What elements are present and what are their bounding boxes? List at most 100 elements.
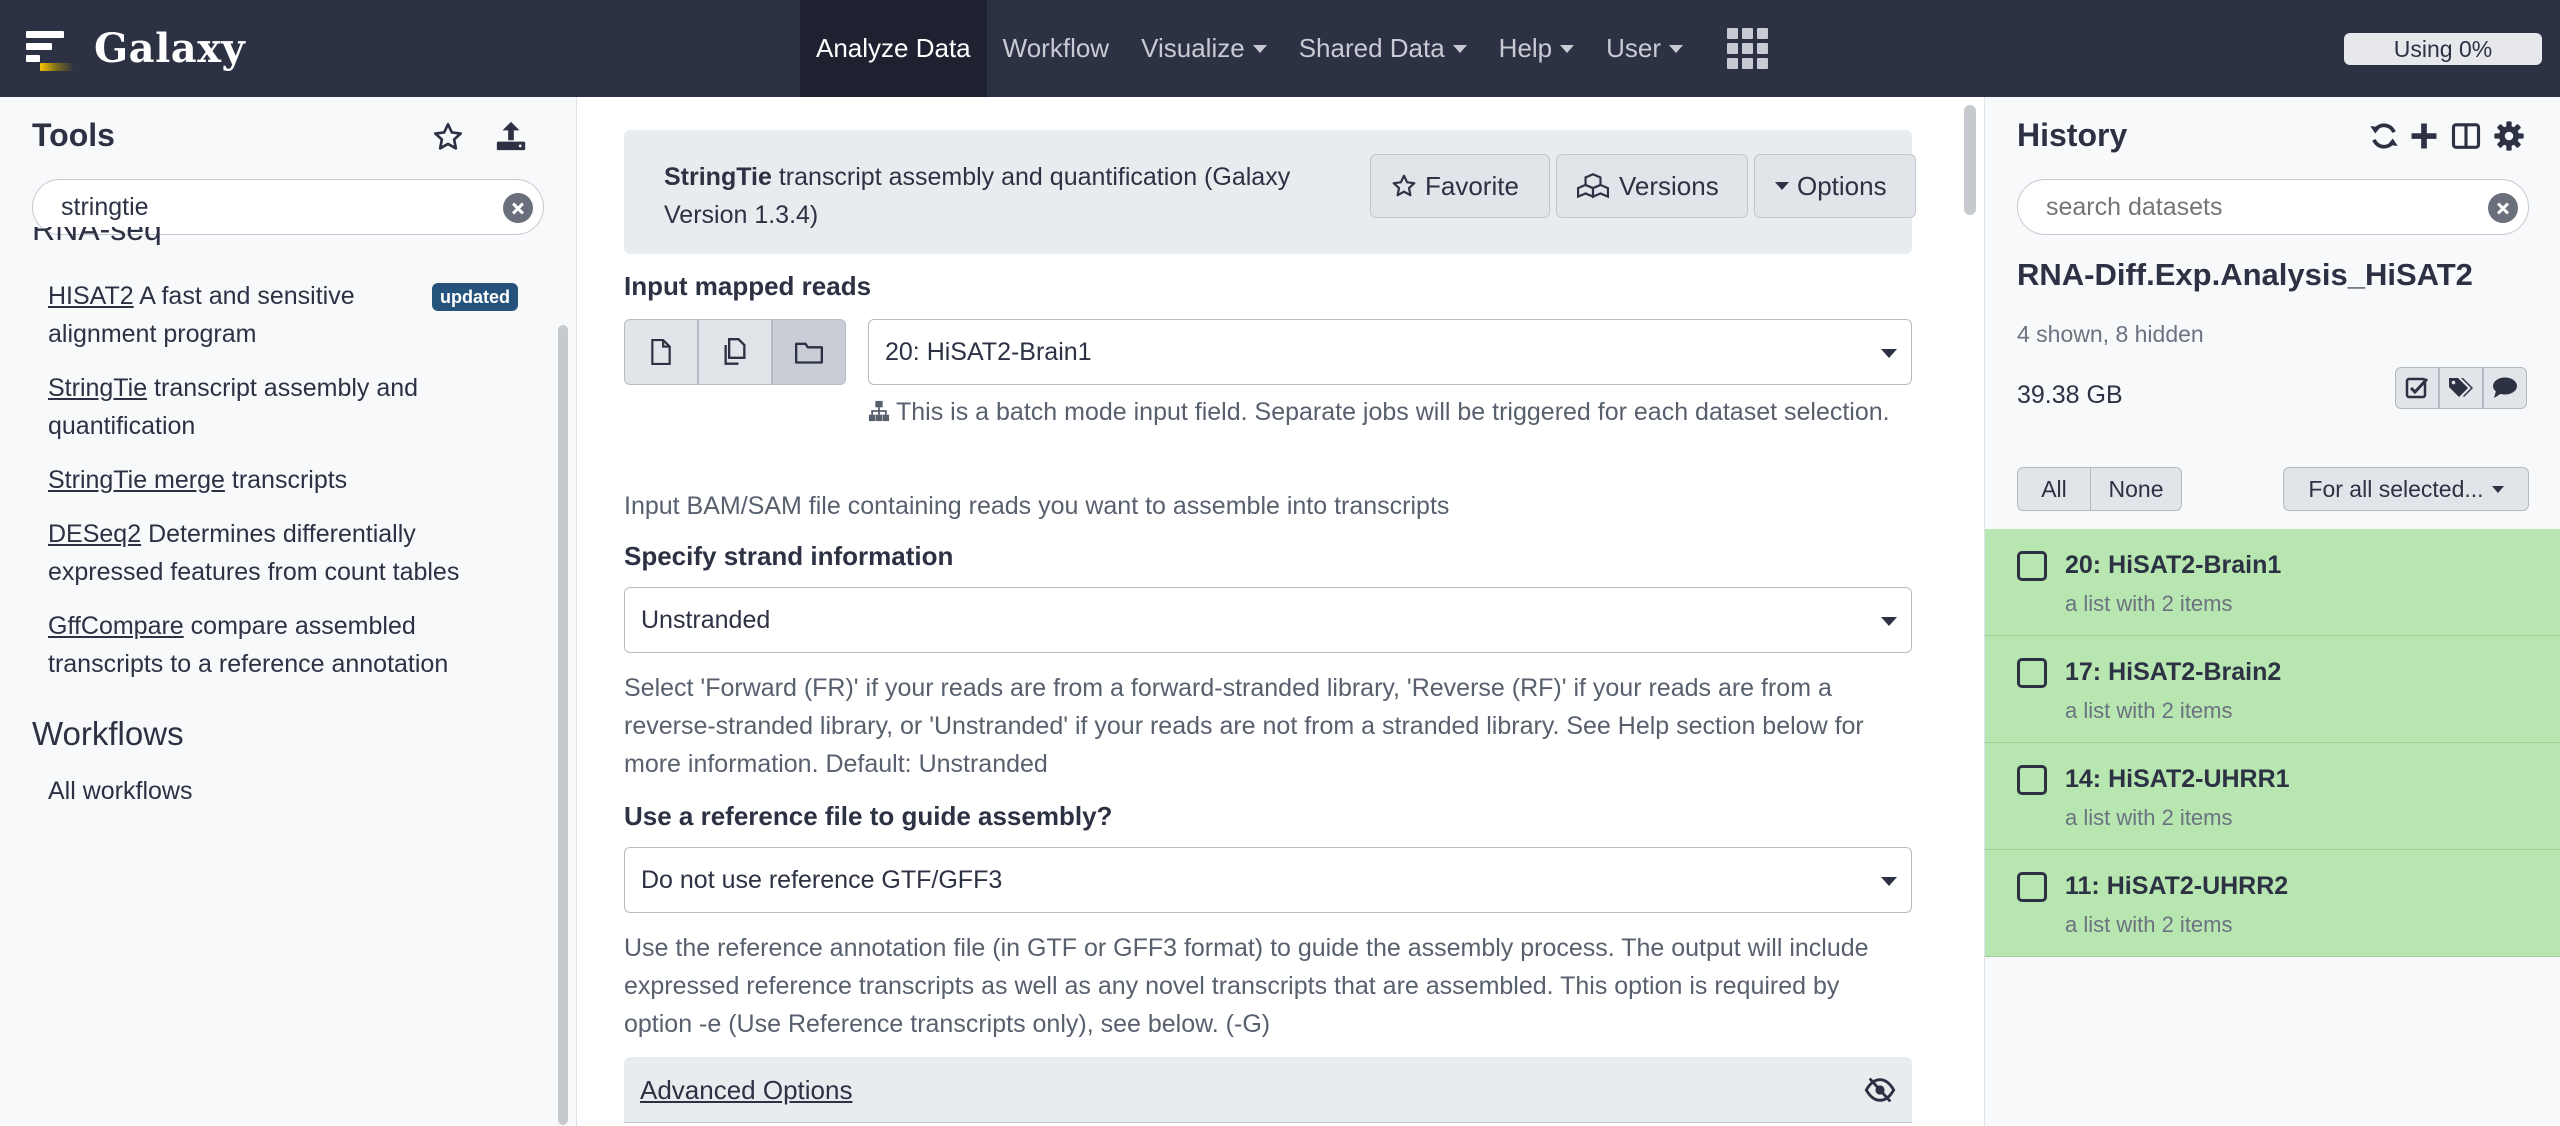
options-label: Options (1797, 170, 1887, 201)
masthead: Galaxy Analyze Data Workflow Visualize S… (0, 0, 2560, 97)
select-value: 20: HiSAT2-Brain1 (885, 337, 1092, 366)
center-scrollbar[interactable] (1964, 105, 1976, 215)
history-name[interactable]: RNA-Diff.Exp.Analysis_HiSAT2 (2017, 257, 2473, 293)
all-workflows-link[interactable]: All workflows (48, 777, 192, 806)
strand-label: Specify strand information (624, 541, 954, 571)
input-mapped-reads-select[interactable]: 20: HiSAT2-Brain1 (868, 319, 1912, 385)
tool-list: updated HISAT2 A fast and sensitive alig… (48, 277, 518, 699)
tool-item-gffcompare[interactable]: GffCompare compare assembled transcripts… (48, 607, 518, 683)
brand-title: Galaxy (94, 24, 246, 72)
for-all-selected-label: For all selected... (2308, 475, 2484, 502)
check-square-icon (2405, 377, 2429, 399)
nav-label: Shared Data (1298, 33, 1445, 63)
dataset-desc: a list with 2 items (2065, 912, 2233, 937)
nav-workflow[interactable]: Workflow (987, 0, 1125, 97)
nav-analyze-data[interactable]: Analyze Data (800, 0, 987, 97)
nav-label: Help (1498, 33, 1553, 63)
tool-header: StringTie transcript assembly and quanti… (624, 130, 1916, 254)
plus-icon[interactable] (2409, 121, 2439, 151)
dataset-item[interactable]: 17: HiSAT2-Brain2 a list with 2 items (1985, 636, 2560, 743)
tool-panel-title: Tools (32, 117, 115, 153)
tool-name: HISAT2 (48, 282, 134, 310)
multiple-datasets-button[interactable] (698, 319, 772, 385)
clear-search-icon[interactable] (503, 193, 533, 223)
grid-apps-icon (1727, 28, 1769, 69)
eye-slash-icon[interactable] (1864, 1077, 1896, 1103)
for-all-selected-dropdown[interactable]: For all selected... (2283, 467, 2529, 511)
gear-icon[interactable] (2493, 120, 2525, 152)
tool-panel: Tools RNA-seq updated HISAT2 A fast and … (0, 97, 577, 1126)
dataset-collection-button[interactable] (772, 319, 846, 385)
brand-home-link[interactable]: Galaxy (22, 18, 245, 78)
select-items-button[interactable] (2395, 367, 2439, 409)
caret-down-icon (1881, 877, 1897, 886)
select-all-button[interactable]: All (2017, 467, 2091, 511)
caret-down-icon (1560, 44, 1575, 53)
versions-label: Versions (1619, 170, 1719, 201)
tool-item-stringtie-merge[interactable]: StringTie merge transcripts (48, 461, 518, 499)
advanced-options-section[interactable]: Advanced Options (624, 1057, 1912, 1123)
refresh-icon[interactable] (2369, 121, 2399, 151)
history-search-input[interactable] (2046, 192, 2466, 222)
dataset-checkbox[interactable] (2017, 872, 2047, 902)
tool-item-stringtie[interactable]: StringTie transcript assembly and quanti… (48, 369, 518, 445)
dataset-item[interactable]: 14: HiSAT2-UHRR1 a list with 2 items (1985, 743, 2560, 850)
nav-shared-data[interactable]: Shared Data (1283, 0, 1483, 97)
sitemap-icon (868, 400, 890, 422)
single-dataset-button[interactable] (624, 319, 698, 385)
versions-button[interactable]: Versions (1556, 154, 1748, 218)
reference-select[interactable]: Do not use reference GTF/GFF3 (624, 847, 1912, 913)
caret-down-icon (1452, 44, 1467, 53)
favorite-button[interactable]: Favorite (1370, 154, 1550, 218)
strand-select[interactable]: Unstranded (624, 587, 1912, 653)
dataset-checkbox[interactable] (2017, 551, 2047, 581)
reference-help-text: Use the reference annotation file (in GT… (624, 934, 1869, 1038)
history-panel-title: History (2017, 117, 2128, 153)
history-counts: 4 shown, 8 hidden (2017, 321, 2204, 347)
dataset-checkbox[interactable] (2017, 658, 2047, 688)
nav-label: User (1606, 33, 1662, 63)
caret-down-icon (1881, 349, 1897, 358)
dataset-item[interactable]: 20: HiSAT2-Brain1 a list with 2 items (1985, 529, 2560, 636)
dataset-desc: a list with 2 items (2065, 698, 2233, 723)
tool-form-panel: StringTie transcript assembly and quanti… (578, 97, 1984, 1126)
folder-icon (795, 342, 823, 364)
tool-search-box (32, 179, 544, 235)
nav-help[interactable]: Help (1483, 0, 1590, 97)
nav-label: Visualize (1141, 33, 1245, 63)
comment-icon (2493, 377, 2517, 398)
clear-search-icon[interactable] (2488, 193, 2518, 223)
tool-name: StringTie (48, 374, 148, 402)
nav-visualize[interactable]: Visualize (1125, 0, 1283, 97)
tool-item-hisat2[interactable]: updated HISAT2 A fast and sensitive alig… (48, 277, 518, 353)
dataset-item[interactable]: 11: HiSAT2-UHRR2 a list with 2 items (1985, 850, 2560, 957)
tool-name: GffCompare (48, 612, 184, 640)
caret-down-icon (1669, 44, 1684, 53)
annotation-button[interactable] (2483, 367, 2527, 409)
nav-apps[interactable] (1699, 0, 1784, 97)
quota-meter[interactable]: Using 0% (2344, 33, 2542, 65)
tool-item-deseq2[interactable]: DESeq2 Determines differentially express… (48, 515, 518, 591)
file-icon (651, 339, 671, 365)
upload-icon[interactable] (494, 119, 528, 153)
caret-down-icon (1775, 182, 1789, 190)
galaxy-logo-icon (22, 23, 74, 73)
history-action-buttons (2395, 367, 2527, 409)
tool-panel-scrollbar[interactable] (558, 325, 568, 1125)
main-nav: Analyze Data Workflow Visualize Shared D… (800, 0, 1784, 97)
nav-label: Analyze Data (816, 33, 971, 63)
tool-header-name: StringTie (664, 163, 772, 191)
nav-user[interactable]: User (1590, 0, 1699, 97)
dataset-name: 11: HiSAT2-UHRR2 (2065, 872, 2289, 900)
select-none-button[interactable]: None (2090, 467, 2182, 511)
options-button[interactable]: Options (1754, 154, 1916, 218)
columns-icon[interactable] (2451, 121, 2481, 151)
tags-icon (2449, 378, 2473, 397)
star-favorites-icon[interactable] (432, 121, 464, 153)
advanced-options-title[interactable]: Advanced Options (640, 1075, 852, 1106)
dataset-name: 14: HiSAT2-UHRR1 (2065, 765, 2290, 793)
dataset-checkbox[interactable] (2017, 765, 2047, 795)
tool-search-input[interactable] (61, 192, 481, 222)
input-mapped-reads-label: Input mapped reads (624, 271, 872, 301)
edit-tags-button[interactable] (2439, 367, 2483, 409)
